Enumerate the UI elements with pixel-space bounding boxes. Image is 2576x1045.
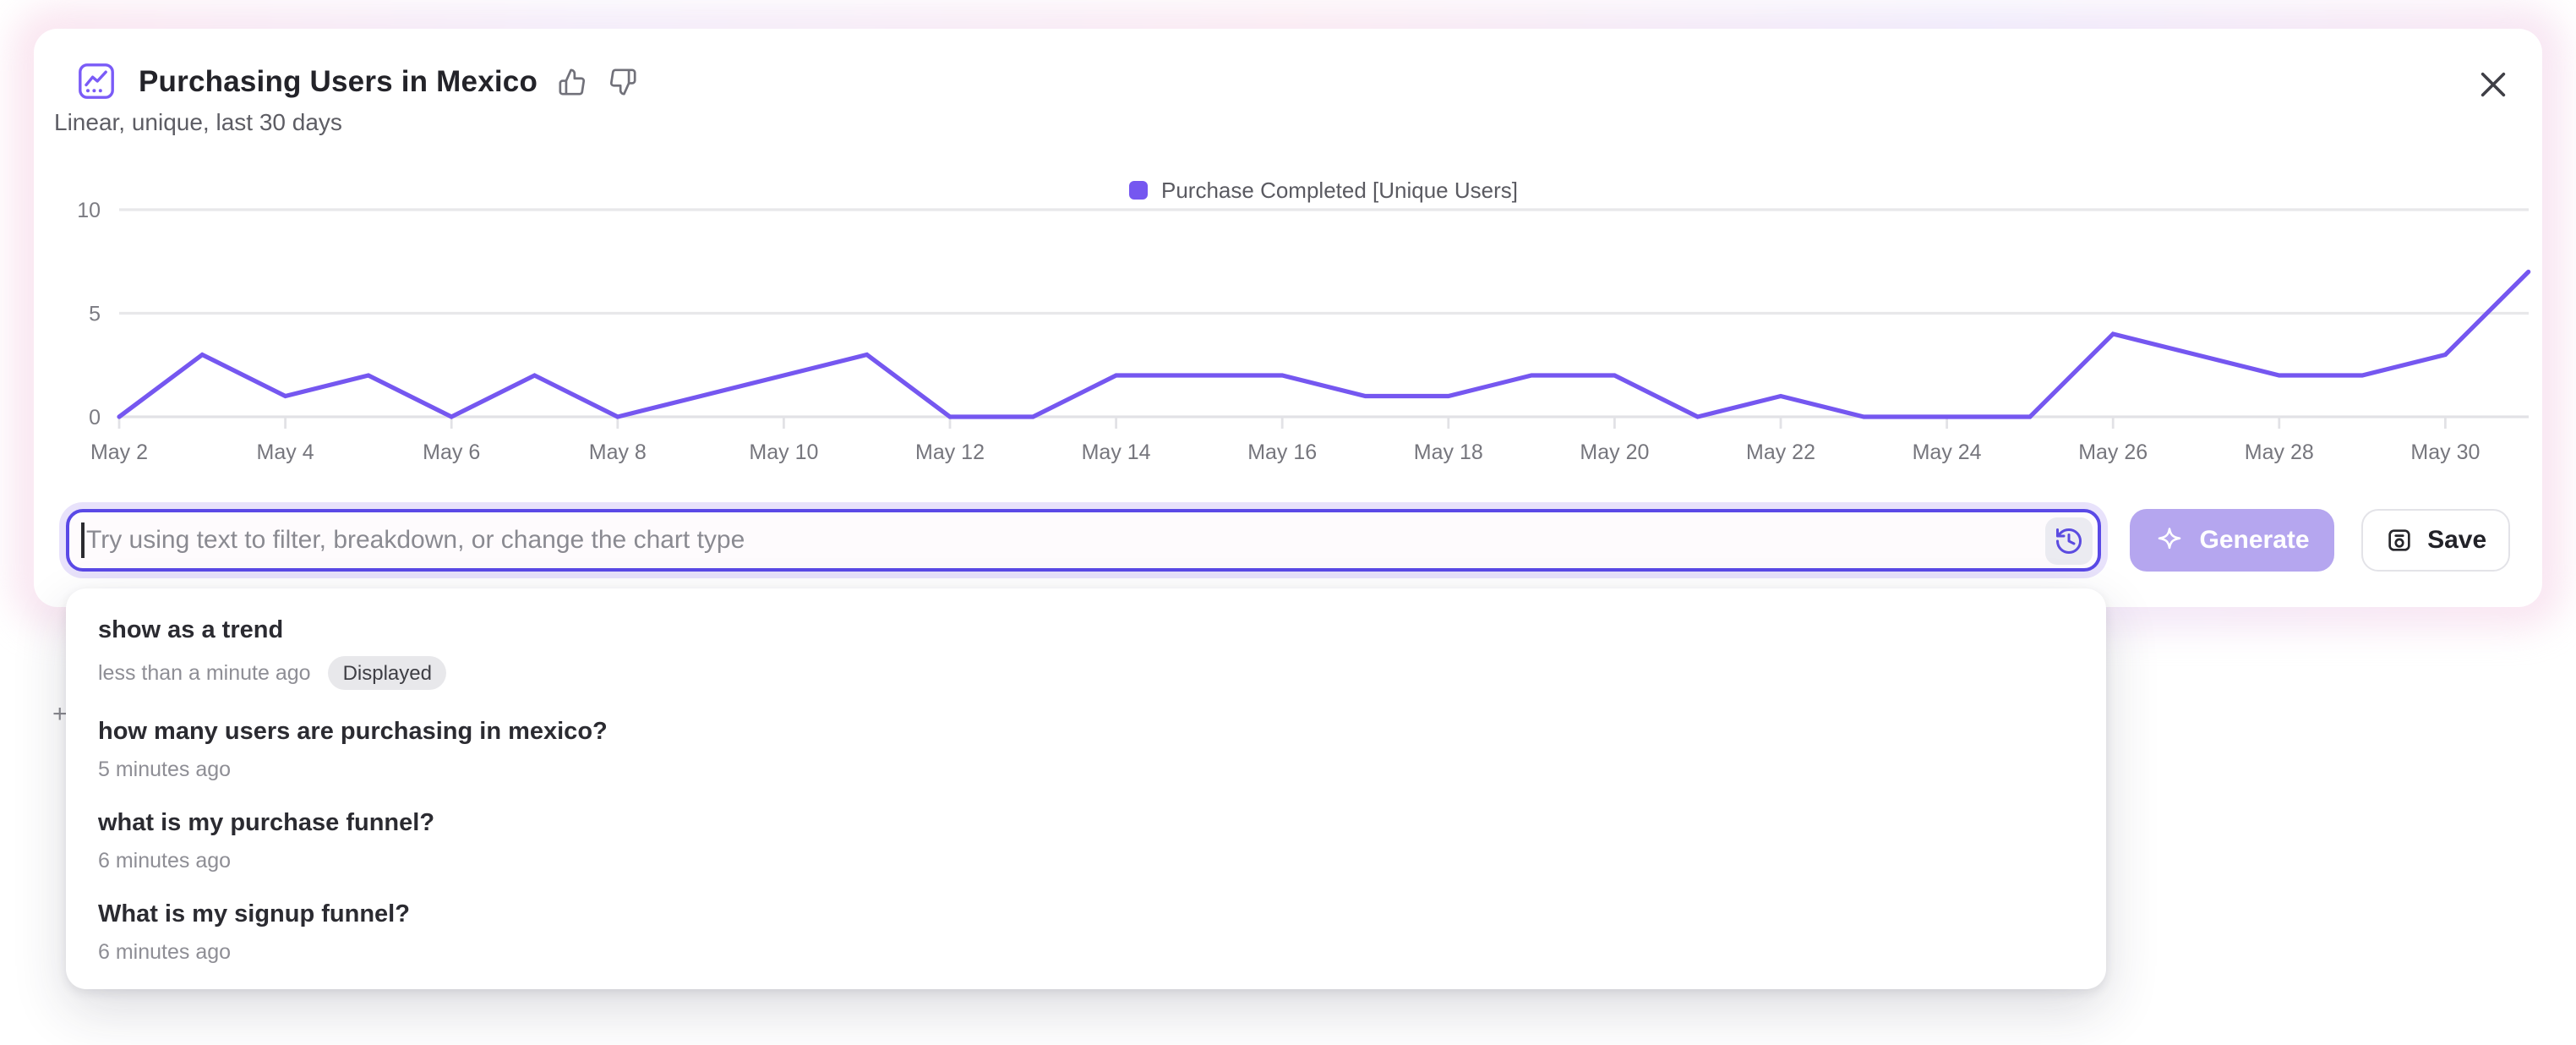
sparkle-icon [2156, 526, 2185, 555]
svg-text:May 24: May 24 [1913, 440, 1982, 464]
history-icon [2055, 525, 2085, 555]
page-title: Purchasing Users in Mexico [139, 63, 538, 99]
history-item[interactable]: how many users are purchasing in mexico?… [66, 703, 2106, 795]
svg-text:May 4: May 4 [257, 440, 314, 464]
svg-text:May 16: May 16 [1247, 440, 1317, 464]
trend-chart-svg: 0 5 10 May 2 May 4 May 6 May 8 May 10 May 12 May … [61, 162, 2542, 477]
svg-text:May 2: May 2 [90, 440, 148, 464]
history-time: less than a minute ago [98, 661, 311, 685]
history-item[interactable]: What is my signup funnel? 6 minutes ago [66, 886, 2106, 977]
thumbs-up-icon [558, 67, 587, 96]
history-meta: 5 minutes ago [98, 758, 2074, 781]
prompt-input[interactable] [66, 509, 2102, 572]
svg-text:May 26: May 26 [2078, 440, 2148, 464]
history-meta: 6 minutes ago [98, 940, 2074, 964]
history-meta: 6 minutes ago [98, 849, 2074, 873]
generate-button[interactable]: Generate [2131, 509, 2335, 572]
chart-settings-summary: Linear, unique, last 30 days [54, 108, 342, 135]
history-item[interactable]: show as a trend less than a minute ago D… [66, 602, 2106, 703]
history-query: What is my signup funnel? [98, 900, 2074, 932]
svg-text:May 8: May 8 [589, 440, 647, 464]
svg-text:May 20: May 20 [1580, 440, 1649, 464]
thumbs-down-button[interactable] [609, 66, 639, 96]
generate-label: Generate [2200, 526, 2310, 555]
plus-mark: + [52, 700, 68, 729]
save-button[interactable]: Save [2361, 509, 2510, 572]
close-icon [2478, 69, 2508, 100]
prompt-input-wrap [66, 509, 2102, 572]
history-time: 6 minutes ago [98, 849, 231, 873]
spark-query-overlay: Purchasing Users in Mexico Linear, uniqu… [0, 0, 2576, 1045]
history-time: 6 minutes ago [98, 940, 231, 964]
close-button[interactable] [2478, 69, 2508, 100]
line-chart-icon [78, 63, 115, 100]
svg-text:May 18: May 18 [1414, 440, 1483, 464]
svg-text:May 30: May 30 [2410, 440, 2480, 464]
save-label: Save [2427, 526, 2486, 555]
svg-text:May 10: May 10 [749, 440, 818, 464]
svg-text:May 28: May 28 [2245, 440, 2314, 464]
svg-text:10: 10 [77, 199, 101, 222]
svg-text:May 14: May 14 [1082, 440, 1151, 464]
svg-text:May 22: May 22 [1746, 440, 1815, 464]
svg-text:May 12: May 12 [915, 440, 985, 464]
history-dropdown: show as a trend less than a minute ago D… [66, 588, 2106, 989]
chart-card: Purchasing Users in Mexico Linear, uniqu… [34, 29, 2542, 607]
thumbs-up-button[interactable] [558, 66, 588, 96]
prompt-bar: Generate Save [66, 509, 2510, 572]
history-time: 5 minutes ago [98, 758, 231, 781]
text-caret [81, 522, 84, 558]
svg-text:5: 5 [89, 303, 101, 326]
history-button[interactable] [2046, 517, 2093, 564]
save-icon [2385, 526, 2414, 555]
displayed-badge: Displayed [328, 656, 447, 690]
svg-text:0: 0 [89, 406, 101, 429]
history-item[interactable]: what is my purchase funnel? 6 minutes ag… [66, 795, 2106, 886]
history-query: what is my purchase funnel? [98, 808, 2074, 840]
history-query: show as a trend [98, 616, 2074, 648]
thumbs-down-icon [609, 67, 637, 96]
history-meta: less than a minute ago Displayed [98, 656, 2074, 690]
line-chart: 0 5 10 May 2 May 4 May 6 May 8 May 10 May 12 May … [61, 162, 2542, 477]
history-query: how many users are purchasing in mexico? [98, 717, 2074, 749]
svg-text:May 6: May 6 [423, 440, 480, 464]
card-header: Purchasing Users in Mexico [78, 63, 639, 100]
